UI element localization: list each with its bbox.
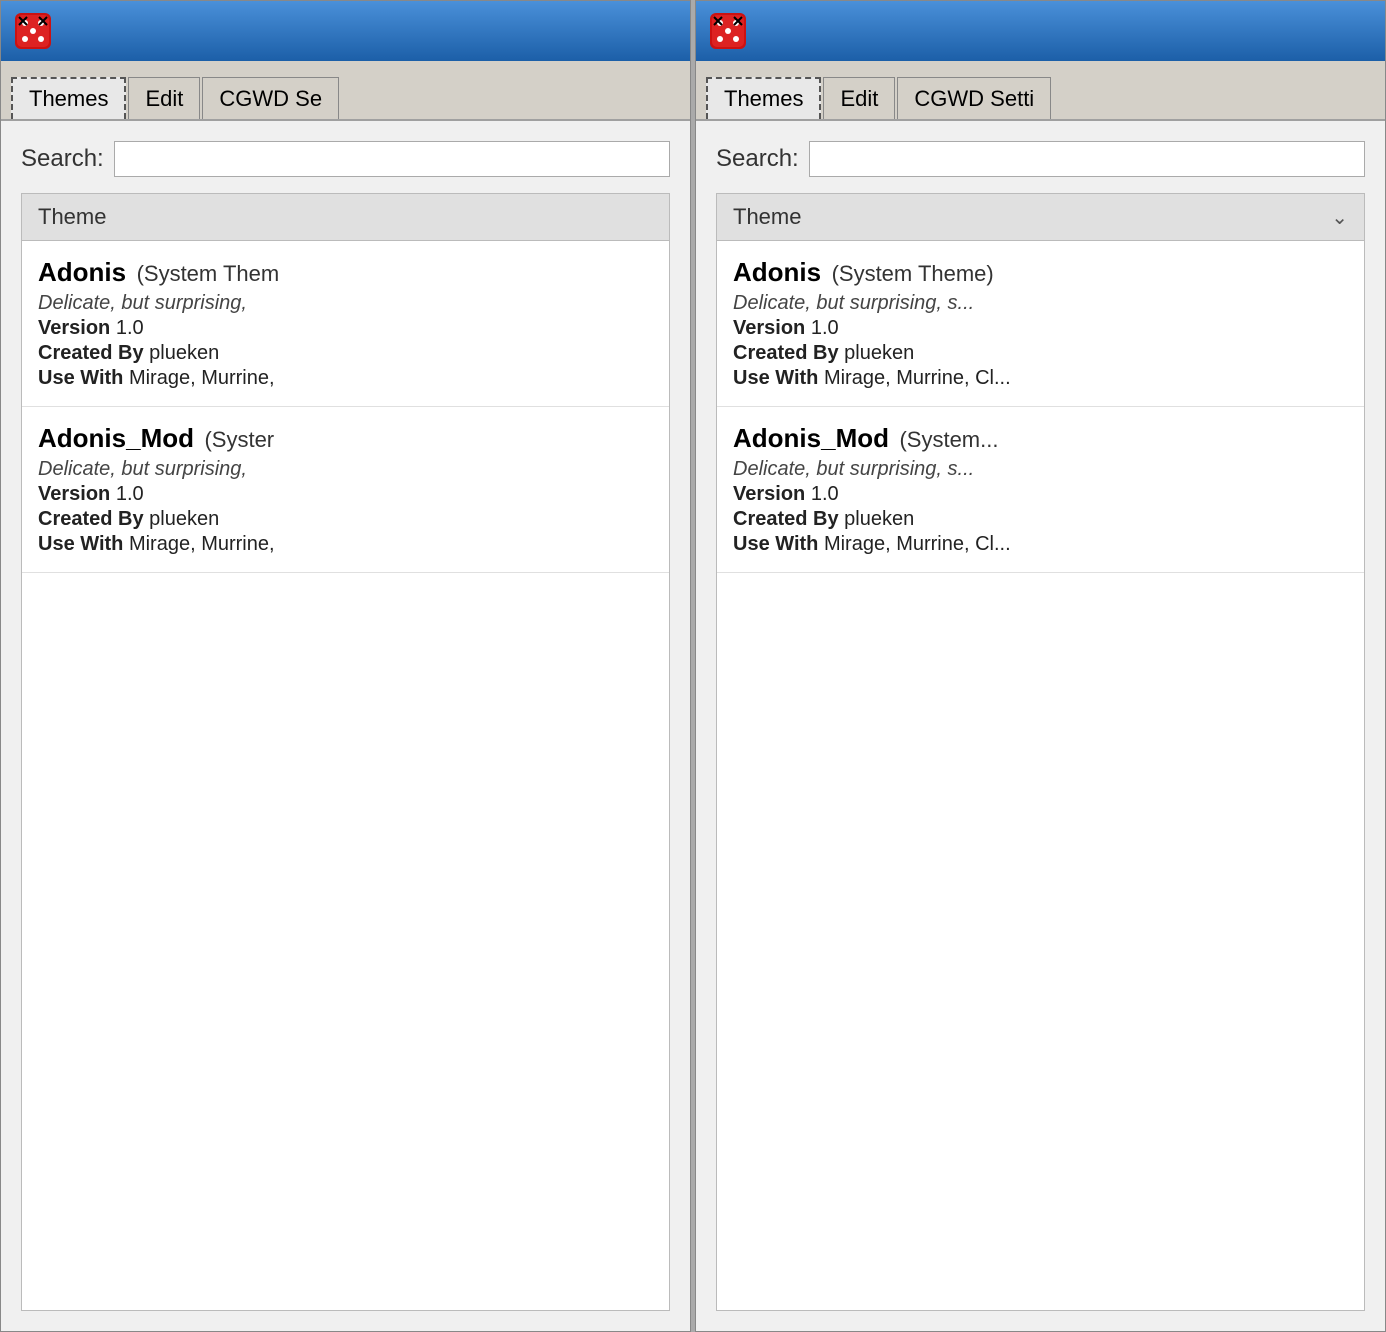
chevron-down-icon: ⌄	[1331, 205, 1348, 230]
search-label-2: Search:	[716, 145, 799, 173]
titlebar-2	[696, 1, 1385, 61]
titlebar-1	[1, 1, 690, 61]
theme-type-1-2: (Syster	[204, 427, 274, 452]
menu-themes-2[interactable]: Themes	[706, 77, 821, 119]
theme-version-1-2: Version 1.0	[38, 483, 653, 506]
theme-header-label-1: Theme	[38, 204, 106, 230]
menubar-2: Themes Edit CGWD Setti	[696, 61, 1385, 121]
window-1: Themes Edit CGWD Se Search: Theme Adonis…	[0, 0, 691, 1332]
theme-created-1-1: Created By plueken	[38, 342, 653, 365]
menubar-1: Themes Edit CGWD Se	[1, 61, 690, 121]
theme-item-2-1[interactable]: Adonis (System Theme) Delicate, but surp…	[717, 241, 1364, 407]
theme-list-header-2[interactable]: Theme ⌄	[717, 194, 1364, 241]
menu-edit-2[interactable]: Edit	[823, 77, 895, 119]
content-2: Search: Theme ⌄ Adonis (System Theme) De…	[696, 121, 1385, 1331]
theme-name-2-2: Adonis_Mod	[733, 423, 889, 453]
theme-version-2-2: Version 1.0	[733, 483, 1348, 506]
content-1: Search: Theme Adonis (System Them Delica…	[1, 121, 690, 1331]
app-icon-1	[11, 9, 55, 53]
theme-header-label-2: Theme	[733, 204, 801, 230]
theme-list-1: Theme Adonis (System Them Delicate, but …	[21, 193, 670, 1311]
theme-type-2-2: (System...	[899, 427, 998, 452]
window-2: Themes Edit CGWD Setti Search: Theme ⌄ A…	[695, 0, 1386, 1332]
search-row-1: Search:	[21, 141, 670, 177]
theme-desc-1-1: Delicate, but surprising,	[38, 292, 653, 315]
search-input-1[interactable]	[114, 141, 670, 177]
theme-usewith-2-1: Use With Mirage, Murrine, Cl...	[733, 367, 1348, 390]
theme-created-2-2: Created By plueken	[733, 508, 1348, 531]
theme-item-1-2[interactable]: Adonis_Mod (Syster Delicate, but surpris…	[22, 407, 669, 573]
theme-name-2-1: Adonis	[733, 257, 821, 287]
theme-list-2: Theme ⌄ Adonis (System Theme) Delicate, …	[716, 193, 1365, 1311]
theme-item-2-2[interactable]: Adonis_Mod (System... Delicate, but surp…	[717, 407, 1364, 573]
theme-usewith-1-1: Use With Mirage, Murrine,	[38, 367, 653, 390]
theme-version-1-1: Version 1.0	[38, 317, 653, 340]
app-icon-2	[706, 9, 750, 53]
theme-name-1-2: Adonis_Mod	[38, 423, 194, 453]
menu-themes-1[interactable]: Themes	[11, 77, 126, 119]
search-label-1: Search:	[21, 145, 104, 173]
theme-created-2-1: Created By plueken	[733, 342, 1348, 365]
theme-usewith-2-2: Use With Mirage, Murrine, Cl...	[733, 533, 1348, 556]
theme-created-1-2: Created By plueken	[38, 508, 653, 531]
menu-edit-1[interactable]: Edit	[128, 77, 200, 119]
theme-item-1-1[interactable]: Adonis (System Them Delicate, but surpri…	[22, 241, 669, 407]
menu-cgwd-1[interactable]: CGWD Se	[202, 77, 339, 119]
theme-desc-1-2: Delicate, but surprising,	[38, 458, 653, 481]
theme-name-1-1: Adonis	[38, 257, 126, 287]
theme-list-header-1[interactable]: Theme	[22, 194, 669, 241]
theme-type-2-1: (System Theme)	[832, 261, 994, 286]
theme-version-2-1: Version 1.0	[733, 317, 1348, 340]
theme-desc-2-2: Delicate, but surprising, s...	[733, 458, 1348, 481]
search-row-2: Search:	[716, 141, 1365, 177]
theme-desc-2-1: Delicate, but surprising, s...	[733, 292, 1348, 315]
theme-usewith-1-2: Use With Mirage, Murrine,	[38, 533, 653, 556]
menu-cgwd-2[interactable]: CGWD Setti	[897, 77, 1051, 119]
theme-type-1-1: (System Them	[137, 261, 280, 286]
search-input-2[interactable]	[809, 141, 1365, 177]
